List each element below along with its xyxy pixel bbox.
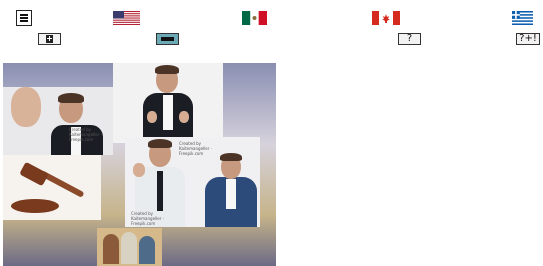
- collage-image: Created by Kaitemangeller · Freepik.com …: [3, 63, 276, 266]
- book-icon: [46, 35, 53, 43]
- hamburger-menu-icon[interactable]: [16, 10, 32, 26]
- bar-icon: [161, 37, 174, 41]
- help-plus-button[interactable]: ?+!: [516, 33, 540, 45]
- photo-stop-hand: [3, 87, 113, 155]
- mexico-flag-icon[interactable]: [242, 11, 267, 25]
- canada-flag-icon[interactable]: [372, 11, 400, 25]
- photo-gavel: [3, 155, 101, 220]
- image-caption: Created by Kaitemangeller · Freepik.com: [131, 211, 164, 226]
- photo-man-center: [113, 63, 223, 143]
- image-caption: Created by Kaitemangeller · Freepik.com: [69, 127, 102, 142]
- greece-flag-icon[interactable]: [512, 11, 533, 25]
- image-caption: Created by Kaitemangeller · Freepik.com: [179, 141, 212, 156]
- us-flag-icon[interactable]: [113, 11, 140, 25]
- photo-painting: [97, 228, 162, 266]
- book-button[interactable]: [38, 33, 61, 45]
- bar-button[interactable]: [156, 33, 179, 45]
- help-button[interactable]: ?: [398, 33, 421, 45]
